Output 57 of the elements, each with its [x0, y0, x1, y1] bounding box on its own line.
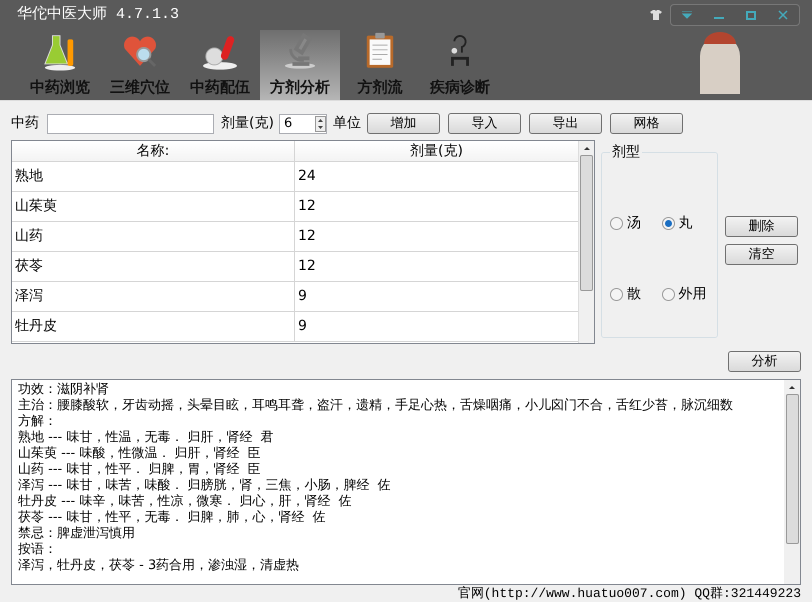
- table-cell: 泽泻: [12, 282, 295, 311]
- push-button[interactable]: 分析: [728, 351, 801, 372]
- radio-option[interactable]: 汤: [610, 213, 658, 234]
- column-header[interactable]: 名称:: [12, 141, 295, 161]
- radio-button[interactable]: [662, 288, 674, 301]
- status-text: 官网(http://www.huatuo007.com) QQ群:321449223: [458, 585, 801, 602]
- result-line: 山茱萸 --- 味酸，性微温． 归肝，肾经 臣: [18, 446, 262, 462]
- scrollbar[interactable]: [578, 141, 594, 343]
- herb-label: 中药: [11, 114, 39, 133]
- result-line: 山药 --- 味甘，性平． 归脾，胃，肾经 臣: [18, 462, 262, 478]
- scrollbar[interactable]: [784, 380, 800, 584]
- push-button[interactable]: 删除: [725, 216, 798, 237]
- result-line: 功效：滋阴补肾: [18, 382, 110, 398]
- maximize-icon: [746, 10, 756, 20]
- push-button[interactable]: 导出: [528, 113, 602, 134]
- result-line: 泽泻，牡丹皮，茯苓 - 3药合用，渗浊湿，清虚热: [18, 558, 300, 574]
- table-cell: 熟地: [12, 162, 295, 191]
- table-cell-text: 24: [297, 167, 317, 186]
- table-cell: 茯苓: [12, 252, 295, 281]
- result-line: 按语：: [18, 542, 57, 558]
- table-cell: 山药: [12, 222, 295, 251]
- close-icon: [778, 10, 788, 20]
- radio-option[interactable]: 丸: [662, 213, 709, 234]
- radio-button[interactable]: [610, 288, 623, 301]
- window-title: 华佗中医大师 4.7.1.3: [17, 4, 180, 25]
- unit-label: 单位: [332, 114, 361, 133]
- radio-option[interactable]: 散: [610, 284, 658, 305]
- caret-icon: [682, 11, 692, 19]
- result-line: 主治：腰膝酸软，牙齿动摇，头晕目眩，耳鸣耳聋，盗汗，遗精，手足心热，舌燥咽痛，小儿囟门不合，舌红少苔，脉沉细数: [18, 398, 734, 414]
- herb-input[interactable]: [47, 114, 214, 134]
- table-cell: 牡丹皮: [12, 312, 295, 341]
- dose-spinner[interactable]: 6: [278, 114, 327, 134]
- group-title: 剂型: [611, 143, 641, 162]
- push-button[interactable]: 清空: [725, 244, 798, 265]
- result-line: 茯苓 --- 味甘，性平，无毒． 归脾，肺，心，肾经 佐: [18, 510, 327, 526]
- push-button[interactable]: 增加: [366, 113, 440, 134]
- table-cell-text: 12: [297, 227, 317, 246]
- dose-label: 剂量(克): [221, 114, 274, 133]
- result-line: 泽泻 --- 味甘，味苦，味酸． 归膀胱，肾，三焦，小肠，脾经 佐: [18, 478, 392, 494]
- result-line: 禁忌：脾虚泄泻慎用: [18, 526, 136, 542]
- result-line: 熟地 --- 味甘，性温，无毒． 归肝，肾经 君: [18, 430, 275, 446]
- table-cell-text: 9: [297, 287, 308, 306]
- column-header[interactable]: 剂量(克): [295, 141, 578, 161]
- spin-arrows-icon: [314, 116, 326, 132]
- result-line: 方解：: [18, 414, 58, 430]
- table-cell-text: 9: [297, 317, 308, 336]
- table-cell: 山茱萸: [12, 192, 295, 221]
- result-line: 牡丹皮 --- 味辛，味苦，性凉，微寒． 归心，肝，肾经 佐: [18, 494, 353, 510]
- toolbar-tab[interactable]: 方剂分析: [260, 30, 340, 100]
- push-button[interactable]: 导入: [448, 113, 521, 134]
- push-button[interactable]: 网格: [610, 113, 683, 134]
- radio-button[interactable]: [610, 217, 623, 230]
- radio-button[interactable]: [662, 217, 674, 230]
- shirt-icon[interactable]: [650, 10, 662, 20]
- table-cell-text: 12: [297, 197, 317, 216]
- radio-option[interactable]: 外用: [662, 284, 709, 305]
- table-cell-text: 12: [297, 257, 317, 276]
